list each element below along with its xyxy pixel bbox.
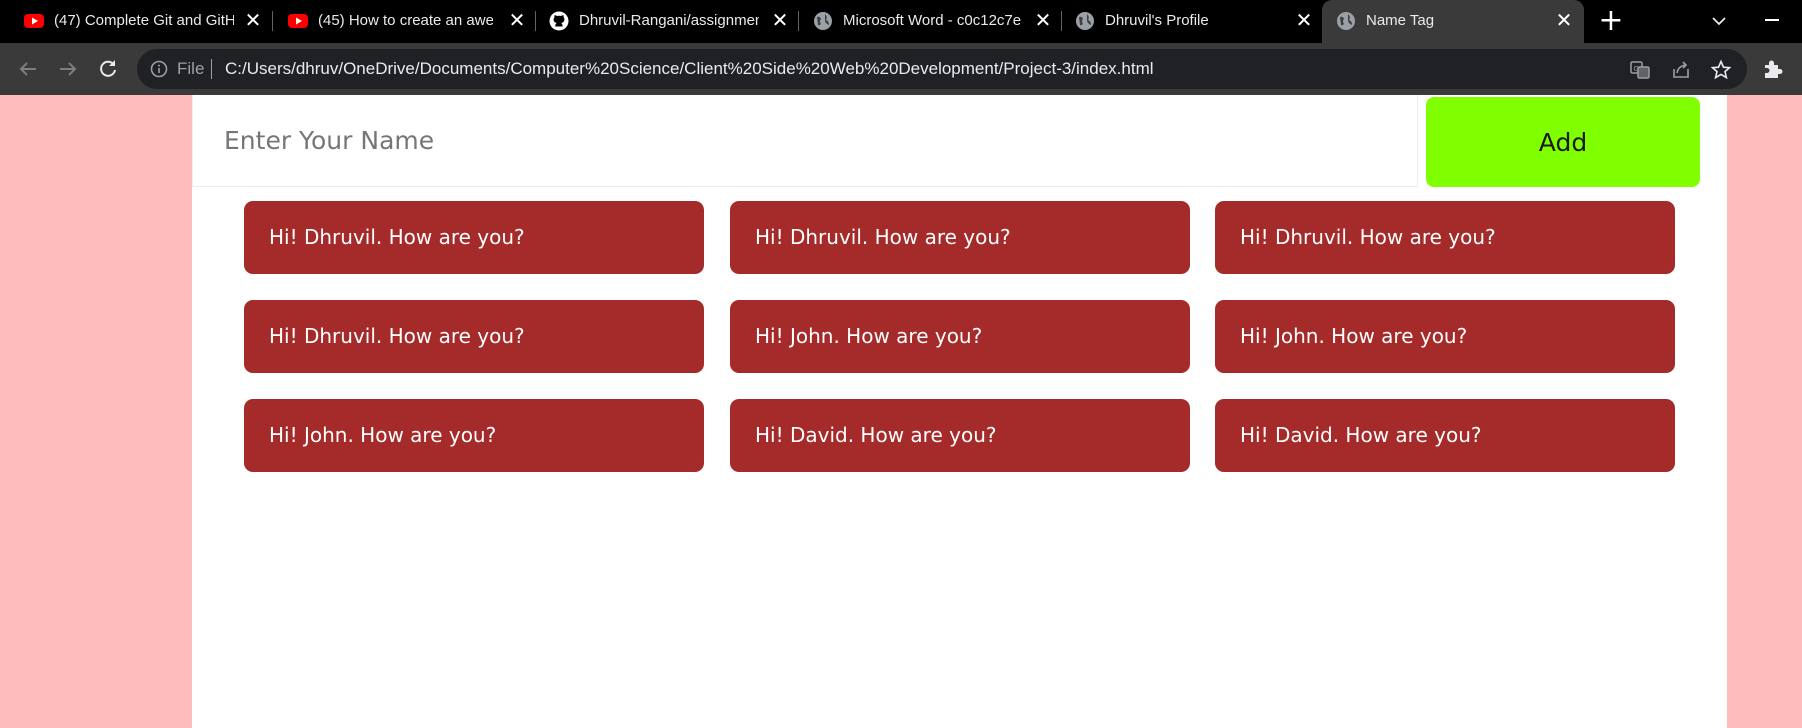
bookmark-star-icon[interactable] [1710,59,1732,81]
youtube-icon [24,14,44,28]
greeting-card: Hi! John. How are you? [1215,300,1675,373]
tab-strip: (47) Complete Git and GitHub Tutorial ✕ … [0,0,1802,43]
greeting-card: Hi! David. How are you? [730,399,1190,472]
greeting-card: Hi! David. How are you? [1215,399,1675,472]
close-tab-icon[interactable]: ✕ [1293,10,1315,32]
back-arrow-icon[interactable] [14,55,42,83]
translate-icon[interactable]: G [1629,59,1651,81]
browser-toolbar: File C:/Users/dhruv/OneDrive/Documents/C… [0,43,1802,95]
greeting-card: Hi! Dhruvil. How are you? [730,201,1190,274]
close-tab-icon[interactable]: ✕ [1032,10,1054,32]
browser-tab-1[interactable]: (47) Complete Git and GitHub Tutorial ✕ [0,0,272,43]
page-container: Add Hi! Dhruvil. How are you? Hi! Dhruvi… [192,95,1727,728]
minimize-window-icon[interactable] [1765,19,1779,21]
browser-tab-4[interactable]: Microsoft Word - c0c12c7e ✕ [800,0,1060,43]
globe-icon [1076,12,1094,30]
share-icon[interactable] [1670,59,1692,81]
browser-tab-active[interactable]: Name Tag ✕ [1322,0,1584,43]
close-tab-icon[interactable]: ✕ [769,10,791,32]
tab-separator [535,11,536,31]
github-icon [549,11,569,31]
close-tab-icon[interactable]: ✕ [242,10,264,32]
greeting-card: Hi! John. How are you? [730,300,1190,373]
greeting-card: Hi! Dhruvil. How are you? [1215,201,1675,274]
greeting-card: Hi! Dhruvil. How are you? [244,201,704,274]
chevron-down-icon[interactable] [1708,10,1730,32]
add-button[interactable]: Add [1426,97,1700,187]
tab-title: Microsoft Word - c0c12c7e [843,12,1022,29]
browser-tab-3[interactable]: Dhruvil-Rangani/assignment ✕ [537,0,797,43]
address-url[interactable]: C:/Users/dhruv/OneDrive/Documents/Comput… [225,49,1154,89]
youtube-icon [288,14,308,28]
address-scheme-label: File [177,59,205,78]
tab-separator [272,11,273,31]
tab-title: Name Tag [1366,12,1435,29]
address-bar[interactable]: File C:/Users/dhruv/OneDrive/Documents/C… [137,49,1747,89]
close-tab-icon[interactable]: ✕ [1553,10,1575,32]
browser-tab-2[interactable]: (45) How to create an awesome ✕ [274,0,534,43]
tab-title: Dhruvil's Profile [1105,12,1209,29]
close-tab-icon[interactable]: ✕ [506,10,528,32]
address-divider [211,59,212,79]
name-input[interactable] [192,95,1418,187]
new-tab-button[interactable]: + [1597,6,1625,36]
greeting-card: Hi! Dhruvil. How are you? [244,300,704,373]
info-icon[interactable] [149,59,169,79]
globe-icon [1337,12,1355,30]
extensions-puzzle-icon[interactable] [1760,56,1786,82]
globe-icon [814,12,832,30]
forward-arrow-icon[interactable] [54,55,82,83]
tab-separator [798,11,799,31]
tab-separator [1061,11,1062,31]
browser-tab-5[interactable]: Dhruvil's Profile ✕ [1063,0,1321,43]
tab-title: (45) How to create an awesome [318,12,493,29]
tab-title: (47) Complete Git and GitHub Tutorial [54,12,234,29]
reload-icon[interactable] [94,55,122,83]
tab-title: Dhruvil-Rangani/assignment [579,12,759,29]
greeting-card: Hi! John. How are you? [244,399,704,472]
svg-text:G: G [1634,65,1639,73]
